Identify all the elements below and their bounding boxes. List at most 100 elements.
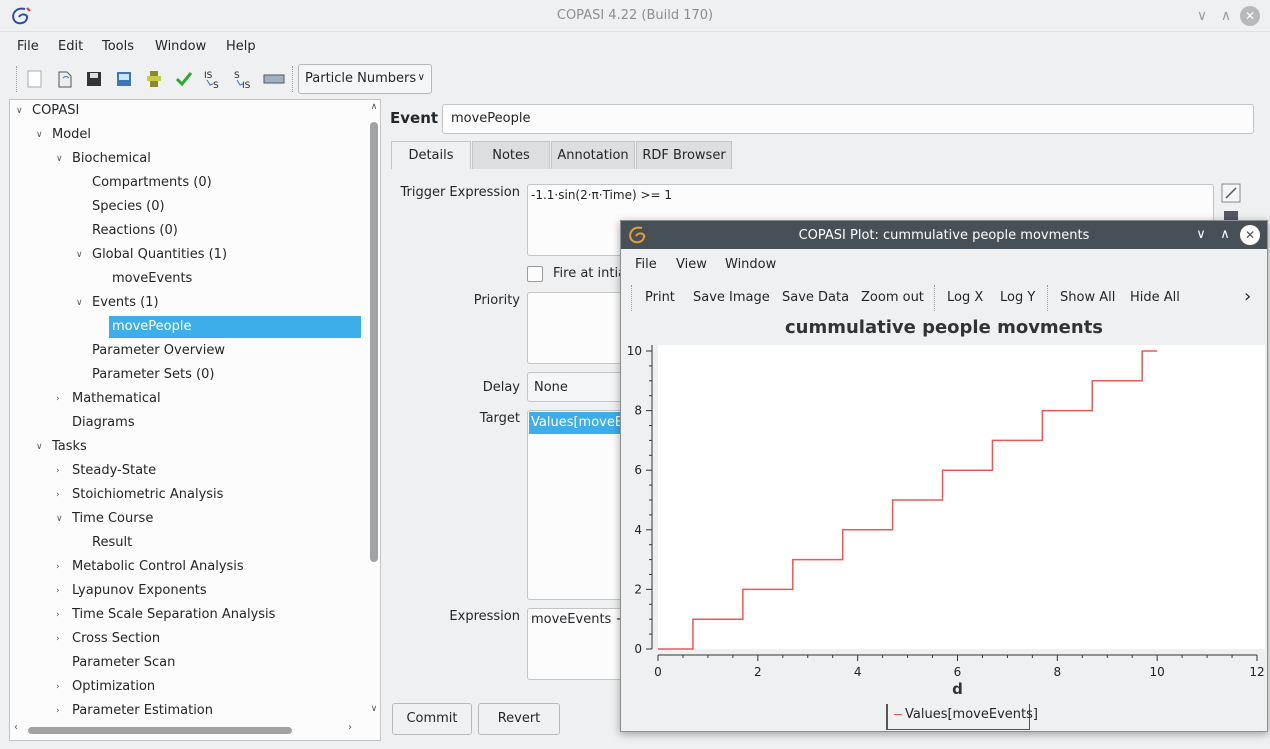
tree-item-parameter-estimation[interactable]: Parameter Estimation [72,700,213,722]
new-file-icon[interactable] [24,68,46,90]
plot-menu-file[interactable]: File [635,257,657,272]
collapse-icon[interactable]: ∨ [76,292,83,314]
expand-icon[interactable]: › [56,604,60,626]
plot-menu-view[interactable]: View [676,257,707,272]
tree-item-time-course[interactable]: Time Course [72,508,153,530]
collapse-icon[interactable]: ∨ [76,244,83,266]
log-y-button[interactable]: Log Y [1000,290,1035,305]
event-name-input[interactable]: movePeople [442,104,1254,134]
tab-rdf-browser[interactable]: RDF Browser [636,141,732,169]
chart-legend[interactable]: Values[moveEvents] [886,704,1038,730]
expand-icon[interactable]: › [56,580,60,602]
check-model-icon[interactable] [143,68,165,90]
tree-item-mca[interactable]: Metabolic Control Analysis [72,556,244,578]
tree-item-parameter-overview[interactable]: Parameter Overview [92,340,225,362]
tree-item-tssa[interactable]: Time Scale Separation Analysis [72,604,275,626]
plot-menu-window[interactable]: Window [725,257,776,272]
tree-item-parameter-scan[interactable]: Parameter Scan [72,652,175,674]
hide-all-button[interactable]: Hide All [1130,290,1180,305]
tree-item-tasks[interactable]: Tasks [52,436,87,458]
commit-button[interactable]: Commit [392,703,472,735]
export-image-icon[interactable] [113,68,135,90]
toolbar-overflow-icon[interactable]: › [1244,286,1251,307]
close-icon[interactable]: ✕ [1240,6,1260,26]
sbml-icon[interactable] [263,68,285,90]
y-tick-label: 2 [634,582,642,596]
expand-icon[interactable]: › [56,484,60,506]
zoom-out-button[interactable]: Zoom out [861,290,924,305]
collapse-icon[interactable]: ∨ [36,124,43,146]
tree-item-events[interactable]: Events (1) [92,292,159,314]
priority-input[interactable] [527,292,627,364]
tree-item-species[interactable]: Species (0) [92,196,165,218]
menu-window[interactable]: Window [155,39,206,54]
menu-file[interactable]: File [17,39,39,54]
tree-item-global-quantities[interactable]: Global Quantities (1) [92,244,227,266]
collapse-icon[interactable]: ∨ [36,436,43,458]
collapse-icon[interactable]: ∨ [56,148,63,170]
tree-item-biochemical[interactable]: Biochemical [72,148,151,170]
menu-help[interactable]: Help [226,39,256,54]
scroll-left-icon[interactable]: ‹ [14,722,18,733]
tree-item-steady-state[interactable]: Steady-State [72,460,156,482]
x-tick-label: 6 [954,665,962,679]
tree-item-reactions[interactable]: Reactions (0) [92,220,178,242]
tree-item-result[interactable]: Result [92,532,132,554]
expand-icon[interactable]: › [56,628,60,650]
show-all-button[interactable]: Show All [1060,290,1115,305]
scroll-thumb[interactable] [28,727,292,734]
expand-icon[interactable]: › [56,388,60,410]
revert-button[interactable]: Revert [478,703,560,735]
menu-edit[interactable]: Edit [58,39,83,54]
collapse-icon[interactable]: ∨ [56,508,63,530]
minimize-icon[interactable]: ∨ [1191,225,1211,245]
close-icon[interactable]: ✕ [1240,225,1260,245]
tab-details[interactable]: Details [391,141,471,169]
tree-item-copasi[interactable]: COPASI [32,100,79,122]
tree-item-compartments[interactable]: Compartments (0) [92,172,212,194]
minimize-icon[interactable]: ∨ [1192,6,1212,26]
tree-item-parameter-sets[interactable]: Parameter Sets (0) [92,364,214,386]
tree-item-cross-section[interactable]: Cross Section [72,628,160,650]
scroll-up-icon[interactable]: ∧ [368,102,380,112]
is-to-s-icon[interactable]: IS S [203,68,225,91]
scroll-down-icon[interactable]: ∨ [368,704,380,714]
tree-vertical-scrollbar[interactable]: ∧ ∨ [368,100,380,720]
tree-item-model[interactable]: Model [52,124,91,146]
target-list[interactable] [527,410,627,600]
quantity-unit-select[interactable]: Particle Numbers ∨ [298,64,432,94]
save-icon[interactable] [83,68,105,90]
tab-notes[interactable]: Notes [472,141,550,169]
tree-item-lyapunov[interactable]: Lyapunov Exponents [72,580,207,602]
tree-item-move-people[interactable]: movePeople [109,316,361,338]
scroll-right-icon[interactable]: › [348,722,352,733]
scroll-thumb[interactable] [370,122,378,562]
log-x-button[interactable]: Log X [947,290,983,305]
tree-item-diagrams[interactable]: Diagrams [72,412,135,434]
tree-item-mathematical[interactable]: Mathematical [72,388,161,410]
tree-item-stoichiometric[interactable]: Stoichiometric Analysis [72,484,223,506]
fire-at-initial-checkbox[interactable] [527,266,543,282]
delay-select[interactable]: None [527,372,627,402]
print-button[interactable]: Print [645,290,675,305]
tree-item-optimization[interactable]: Optimization [72,676,155,698]
s-to-is-icon[interactable]: S IS [233,68,255,91]
maximize-icon[interactable]: ∧ [1215,225,1235,245]
tree-horizontal-scrollbar[interactable]: ‹ › [10,722,368,738]
save-image-button[interactable]: Save Image [693,290,770,305]
expression-input[interactable]: moveEvents + 1 [527,608,627,680]
tree-item-move-events[interactable]: moveEvents [112,268,192,290]
expand-icon[interactable]: › [56,700,60,722]
menu-tools[interactable]: Tools [102,39,134,54]
open-file-icon[interactable] [54,68,76,90]
expand-icon[interactable]: › [56,556,60,578]
collapse-icon[interactable]: ∨ [16,100,23,122]
save-data-button[interactable]: Save Data [782,290,849,305]
edit-expression-icon[interactable] [1221,183,1241,203]
expand-icon[interactable]: › [56,676,60,698]
maximize-icon[interactable]: ∧ [1216,6,1236,26]
tab-annotation[interactable]: Annotation [551,141,635,169]
expand-icon[interactable]: › [56,460,60,482]
target-list-item[interactable]: Values[moveEv [529,412,623,434]
checkmark-icon[interactable] [173,68,195,90]
